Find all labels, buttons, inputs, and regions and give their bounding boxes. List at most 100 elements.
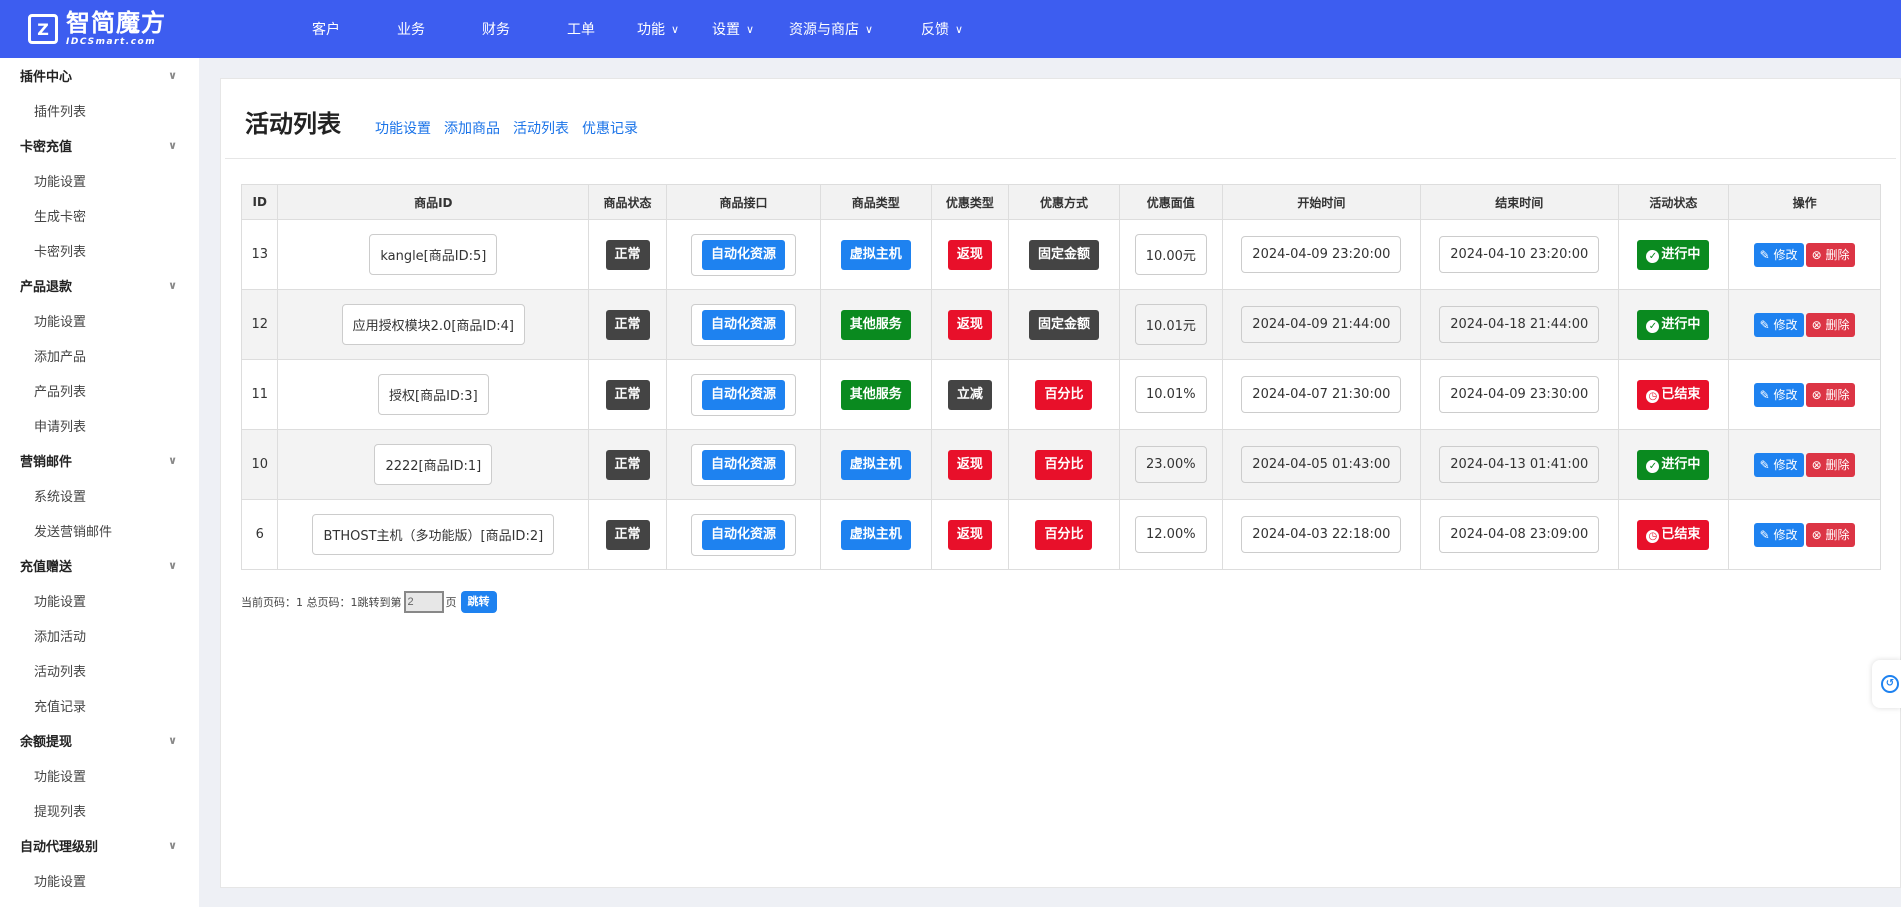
topnav-item-4[interactable]: 功能 ∨	[637, 0, 712, 58]
sidebar-item[interactable]: 插件列表	[0, 93, 199, 128]
sidebar-group-header[interactable]: 余额提现 ∨	[0, 723, 199, 758]
topnav-label: 工单	[567, 22, 595, 38]
page-jump-input[interactable]	[403, 591, 444, 613]
sidebar-item[interactable]: 添加产品	[0, 338, 199, 373]
close-circle-icon: ⊗	[1811, 457, 1822, 472]
start-time-field[interactable]: 2024-04-07 21:30:00	[1241, 376, 1402, 413]
brand-sub: IDCSmart.com	[66, 37, 157, 47]
api-field[interactable]: 自动化资源	[690, 443, 796, 486]
delete-button[interactable]: ⊗ 删除	[1805, 242, 1856, 267]
end-time-field[interactable]: 2024-04-08 23:09:00	[1439, 516, 1600, 553]
product-field[interactable]: kangle[商品ID:5]	[369, 234, 498, 275]
sidebar-item[interactable]: 添加活动	[0, 618, 199, 653]
edit-button[interactable]: ✎ 修改	[1753, 452, 1804, 477]
start-time-field[interactable]: 2024-04-09 23:20:00	[1241, 236, 1402, 273]
delete-button[interactable]: ⊗ 删除	[1805, 522, 1856, 547]
topnav-item-6[interactable]: 资源与商店 ∨	[789, 0, 921, 58]
delete-button[interactable]: ⊗ 删除	[1805, 312, 1856, 337]
column-header: 开始时间	[1221, 184, 1421, 220]
link-feature-settings[interactable]: 功能设置	[375, 122, 431, 136]
end-time-field[interactable]: 2024-04-18 21:44:00	[1439, 306, 1600, 343]
sidebar-group-header[interactable]: 产品退款 ∨	[0, 268, 199, 303]
link-activity-list[interactable]: 活动列表	[513, 122, 569, 136]
column-header: 优惠面值	[1118, 184, 1223, 220]
topnav-item-0[interactable]: 客户	[312, 0, 397, 58]
product-type-badge: 虚拟主机	[840, 449, 911, 480]
sidebar-item[interactable]: 功能设置	[0, 303, 199, 338]
discount-value-field[interactable]: 23.00%	[1135, 446, 1207, 483]
check-circle-icon: ✓	[1646, 459, 1660, 473]
end-time-field[interactable]: 2024-04-13 01:41:00	[1439, 446, 1600, 483]
discount-value-field[interactable]: 12.00%	[1135, 516, 1207, 553]
edit-button[interactable]: ✎ 修改	[1753, 382, 1804, 407]
link-discount-records[interactable]: 优惠记录	[582, 122, 638, 136]
api-field[interactable]: 自动化资源	[690, 373, 796, 416]
link-add-product[interactable]: 添加商品	[444, 122, 500, 136]
topnav-label: 客户	[312, 22, 340, 38]
edit-button[interactable]: ✎ 修改	[1753, 242, 1804, 267]
sidebar-group-header[interactable]: 充值赠送 ∨	[0, 548, 199, 583]
product-field[interactable]: 应用授权模块2.0[商品ID:4]	[341, 304, 525, 345]
sidebar-item[interactable]: 卡密列表	[0, 233, 199, 268]
edit-button[interactable]: ✎ 修改	[1753, 312, 1804, 337]
product-field[interactable]: 2222[商品ID:1]	[374, 444, 493, 485]
sidebar-item[interactable]: 充值记录	[0, 688, 199, 723]
edit-button[interactable]: ✎ 修改	[1753, 522, 1804, 547]
sidebar-group-header[interactable]: 营销邮件 ∨	[0, 443, 199, 478]
clock-icon: ◷	[1646, 529, 1660, 543]
row-id: 11	[251, 387, 268, 402]
column-header: 活动状态	[1617, 184, 1730, 220]
topnav-item-2[interactable]: 财务	[482, 0, 567, 58]
column-header: 优惠方式	[1008, 184, 1120, 220]
topnav-item-3[interactable]: 工单	[567, 0, 637, 58]
floating-helper-widget[interactable]: ↺	[1872, 660, 1901, 708]
sidebar-item[interactable]: 生成卡密	[0, 198, 199, 233]
discount-mode-badge: 固定金额	[1028, 239, 1099, 270]
sidebar-item[interactable]: 发送营销邮件	[0, 513, 199, 548]
discount-value-field[interactable]: 10.01元	[1134, 304, 1207, 345]
discount-value-field[interactable]: 10.00元	[1134, 234, 1207, 275]
end-time-field[interactable]: 2024-04-09 23:30:00	[1439, 376, 1600, 413]
sidebar-item[interactable]: 功能设置	[0, 583, 199, 618]
chevron-down-icon: ∨	[168, 559, 177, 572]
column-header: 优惠类型	[930, 184, 1010, 220]
sidebar-item[interactable]: 提现列表	[0, 793, 199, 828]
product-field[interactable]: BTHOST主机（多功能版）[商品ID:2]	[312, 514, 555, 555]
end-time-field[interactable]: 2024-04-10 23:20:00	[1439, 236, 1600, 273]
table-body: 13 kangle[商品ID:5] 正常 自动化资源 虚拟主机 返现 固定金额 10.00元 2…	[240, 219, 1881, 570]
brand-logo[interactable]: Z 智简魔方 IDCSmart.com	[0, 0, 200, 58]
sidebar-group-header[interactable]: 自动代理级别 ∨	[0, 828, 199, 863]
sidebar-group-header[interactable]: 卡密充值 ∨	[0, 128, 199, 163]
topnav-item-7[interactable]: 反馈 ∨	[921, 0, 981, 58]
start-time-field[interactable]: 2024-04-09 21:44:00	[1241, 306, 1402, 343]
sidebar-item[interactable]: 产品列表	[0, 373, 199, 408]
delete-label: 删除	[1825, 527, 1850, 542]
product-field[interactable]: 授权[商品ID:3]	[378, 374, 489, 415]
delete-button[interactable]: ⊗ 删除	[1805, 382, 1856, 407]
row-id: 10	[251, 457, 268, 472]
table-row: 11 授权[商品ID:3] 正常 自动化资源 其他服务 立减 百分比 10.01% 2024-0…	[240, 359, 1881, 430]
activity-status-label: 进行中	[1661, 456, 1701, 472]
topnav-item-1[interactable]: 业务	[397, 0, 482, 58]
activity-status-badge: ◷ 已结束	[1637, 379, 1710, 410]
delete-button[interactable]: ⊗ 删除	[1805, 452, 1856, 477]
topnav-item-5[interactable]: 设置 ∨	[712, 0, 789, 58]
sidebar-item[interactable]: 系统设置	[0, 478, 199, 513]
discount-mode-badge: 固定金额	[1028, 309, 1099, 340]
api-field[interactable]: 自动化资源	[690, 233, 796, 276]
api-field[interactable]: 自动化资源	[690, 303, 796, 346]
sidebar-item[interactable]: 申请列表	[0, 408, 199, 443]
sidebar-item[interactable]: 功能设置	[0, 863, 199, 898]
start-time-field[interactable]: 2024-04-05 01:43:00	[1241, 446, 1402, 483]
jump-button[interactable]: 跳转	[460, 591, 497, 613]
discount-value-field[interactable]: 10.01%	[1135, 376, 1207, 413]
page-info: 当前页码：1 总页码：1	[241, 596, 358, 609]
helper-icon: ↺	[1881, 675, 1899, 693]
sidebar-group-header[interactable]: 插件中心 ∨	[0, 58, 199, 93]
api-field[interactable]: 自动化资源	[690, 513, 796, 556]
sidebar-item[interactable]: 功能设置	[0, 163, 199, 198]
start-time-field[interactable]: 2024-04-03 22:18:00	[1241, 516, 1402, 553]
chevron-down-icon: ∨	[168, 69, 177, 82]
sidebar-item[interactable]: 功能设置	[0, 758, 199, 793]
sidebar-item[interactable]: 活动列表	[0, 653, 199, 688]
